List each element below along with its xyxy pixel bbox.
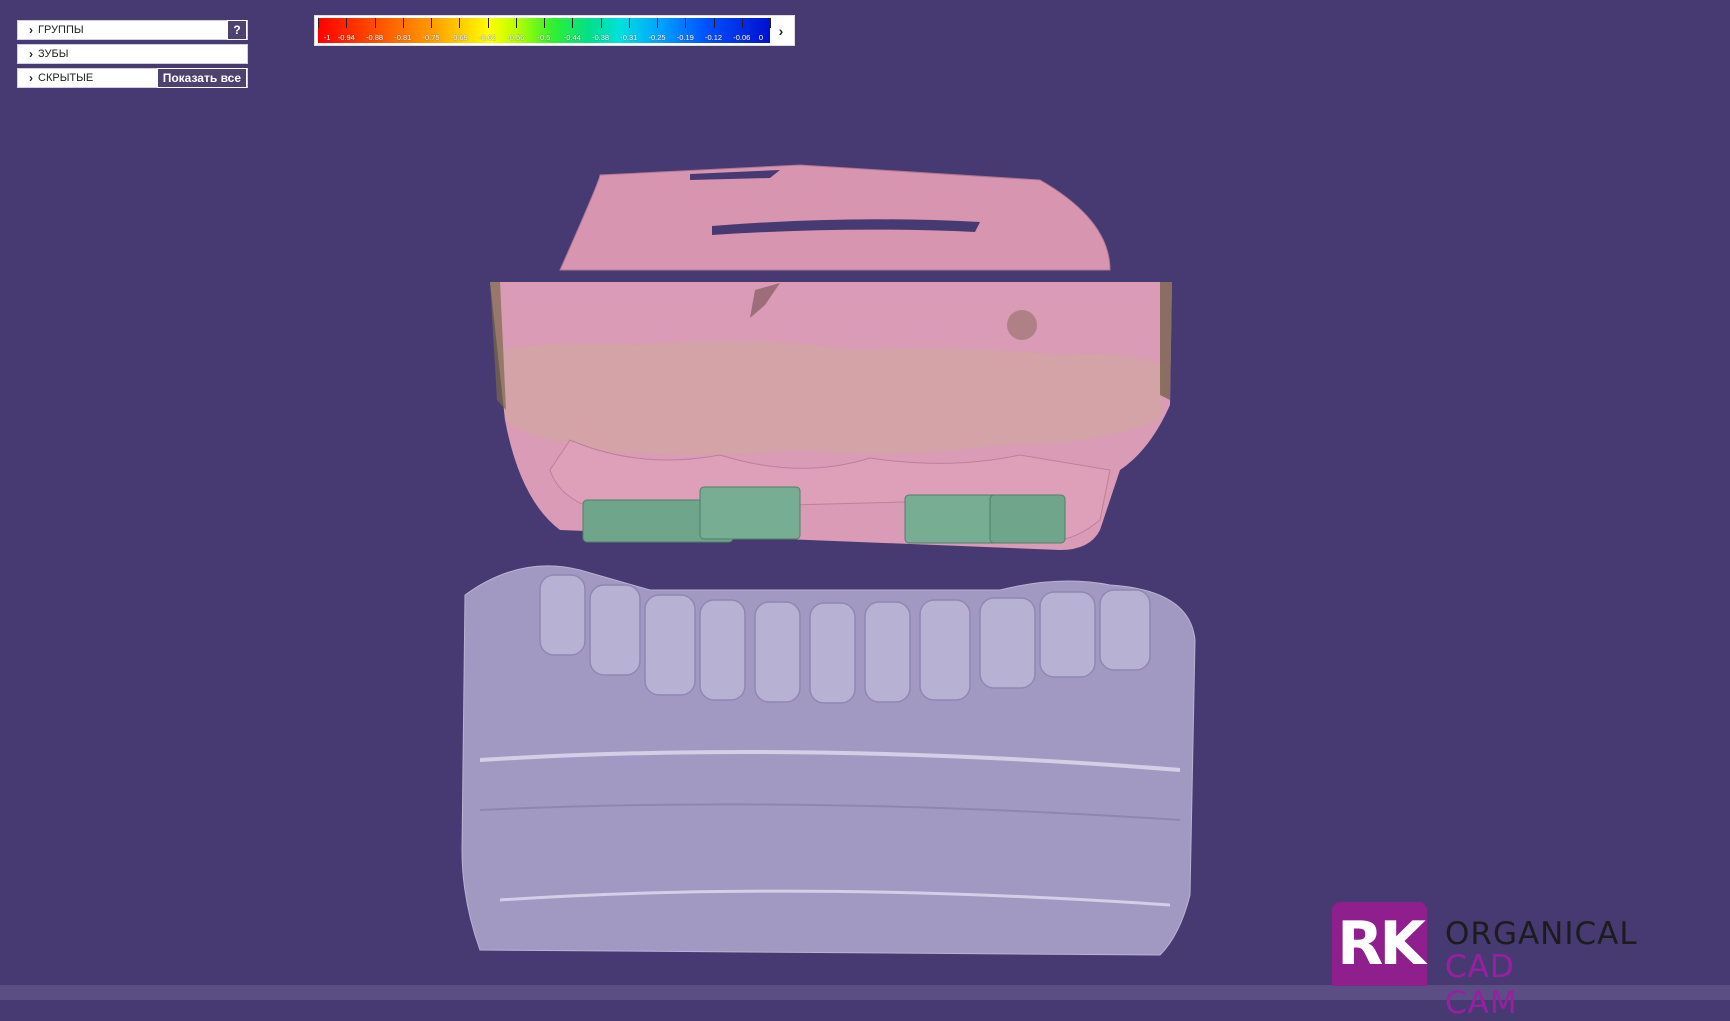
scale-tick [402, 18, 404, 28]
scale-tick [374, 18, 376, 28]
scale-tick [487, 18, 489, 28]
scale-tick [544, 18, 545, 28]
scale-label: -0.81 [394, 33, 412, 42]
teeth-label: ЗУБЫ [38, 48, 69, 60]
scale-label: -0.62 [478, 33, 497, 42]
chevron-right-icon[interactable]: › [772, 21, 790, 41]
scale-tick [572, 18, 574, 28]
logo-mark: RK [1332, 902, 1427, 986]
scale-tick [431, 18, 432, 28]
help-button[interactable]: ? [227, 20, 247, 40]
scale-tick [713, 18, 715, 28]
scale-tick [600, 18, 602, 28]
logo-text-organical: ORGANICAL [1445, 916, 1638, 952]
scale-label: -0.75 [422, 33, 440, 42]
scale-tick [515, 18, 517, 28]
scale-tick [628, 18, 630, 28]
scale-label: -0.19 [676, 33, 694, 42]
scale-tick [657, 18, 658, 28]
deviation-color-scale: -1 -0.94 -0.88 -0.81 -0.75 -0.69 -0.62 -0.56 -0.… [314, 15, 795, 46]
3d-viewport[interactable] [0, 0, 1730, 985]
brand-logo: RK ORGANICAL CAD CAM [1332, 902, 1637, 1021]
lower-jaw-model[interactable] [461, 565, 1196, 956]
scale-tick [685, 18, 687, 28]
chevron-right-icon[interactable]: › [24, 71, 38, 85]
scale-label: -0.12 [704, 33, 723, 42]
upper-jaw-model[interactable] [490, 164, 1172, 550]
scale-tick [770, 18, 771, 28]
scale-label: -0.94 [337, 33, 355, 42]
scale-label: -0.25 [648, 33, 666, 42]
scale-label: -0.38 [591, 33, 610, 42]
scale-tick [459, 18, 461, 28]
scale-tick [318, 18, 319, 28]
logo-text-cadcam: CAD CAM [1445, 949, 1518, 1021]
scale-label: -0.31 [620, 33, 638, 42]
chevron-right-icon[interactable]: › [24, 23, 38, 37]
scale-label: -0.56 [507, 33, 525, 42]
hidden-panel[interactable]: › СКРЫТЫЕ Показать все [17, 68, 248, 88]
groups-panel[interactable]: › ГРУППЫ ? [17, 20, 248, 40]
scale-tick [346, 18, 348, 28]
scale-label: -0.88 [365, 33, 384, 42]
teeth-panel[interactable]: › ЗУБЫ [17, 44, 248, 64]
scale-label: -0.06 [733, 33, 751, 42]
scale-label: -0.5 [537, 33, 551, 42]
scale-label: -1 [323, 33, 331, 42]
scale-label: -0.69 [450, 33, 468, 42]
scale-label: 0 [758, 33, 764, 42]
scale-label: -0.44 [563, 33, 581, 42]
hidden-label: СКРЫТЫЕ [38, 72, 94, 84]
chevron-right-icon[interactable]: › [24, 47, 38, 61]
color-gradient: -1 -0.94 -0.88 -0.81 -0.75 -0.69 -0.62 -0.56 -0.… [318, 18, 771, 43]
show-all-button[interactable]: Показать все [156, 68, 247, 88]
groups-label: ГРУППЫ [38, 24, 84, 36]
scale-tick [741, 18, 743, 28]
